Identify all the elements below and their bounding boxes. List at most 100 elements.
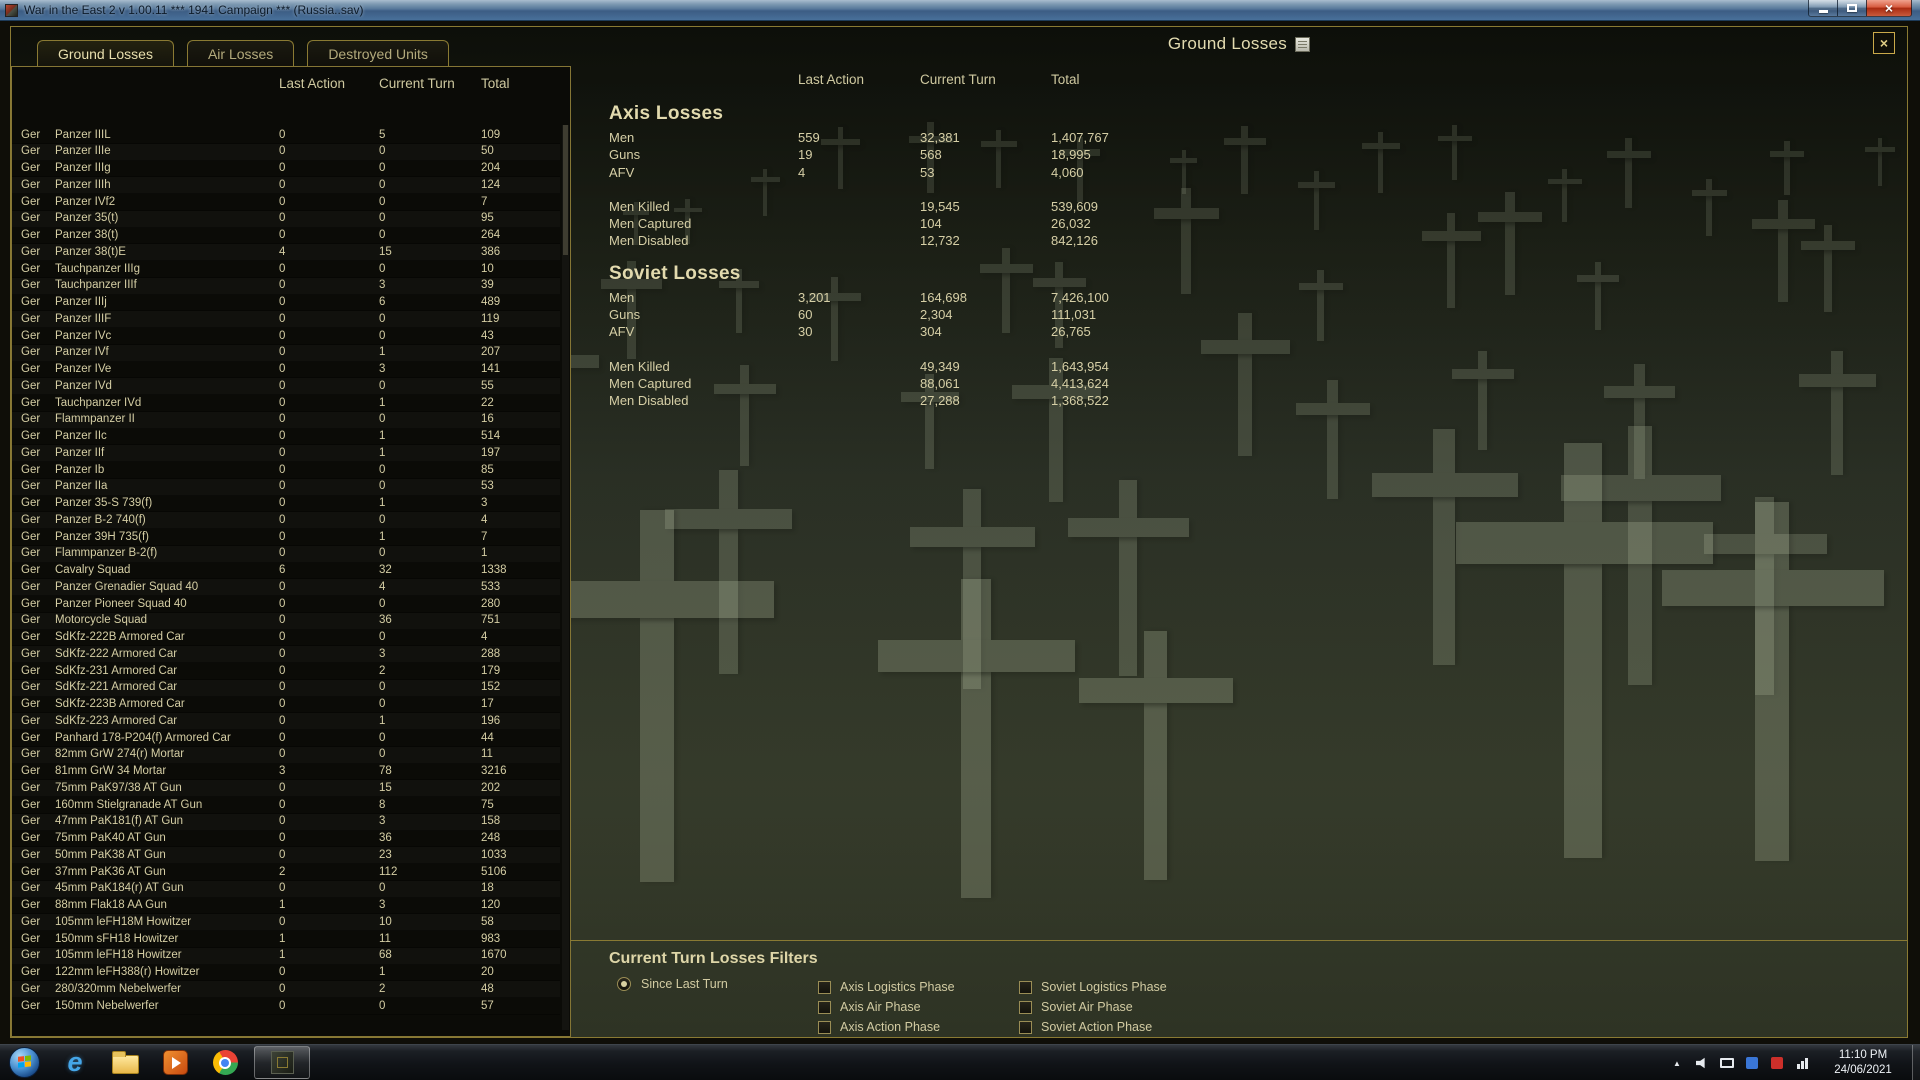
cell-current-turn: 1 — [379, 344, 481, 361]
table-row[interactable]: GerPanzer IIf01197 — [12, 445, 560, 462]
tab-ground-losses[interactable]: Ground Losses — [37, 40, 174, 66]
filter-checkbox-axis-action-phase[interactable]: Axis Action Phase — [818, 1017, 955, 1037]
tray-app-red-icon[interactable] — [1769, 1055, 1785, 1071]
table-row[interactable]: GerPanzer IIa0053 — [12, 479, 560, 496]
table-row[interactable]: Ger105mm leFH18M Howitzer01058 — [12, 914, 560, 931]
table-row[interactable]: GerFlammpanzer B-2(f)001 — [12, 546, 560, 563]
chrome-icon[interactable] — [200, 1046, 250, 1080]
table-row[interactable]: GerPanzer IIIh00124 — [12, 177, 560, 194]
tab-destroyed-units[interactable]: Destroyed Units — [307, 40, 449, 66]
filter-since-last-turn[interactable]: Since Last Turn — [617, 977, 728, 991]
table-row[interactable]: GerPanzer IIc01514 — [12, 429, 560, 446]
table-row[interactable]: GerPanhard 178-P204(f) Armored Car0044 — [12, 730, 560, 747]
table-row[interactable]: GerPanzer IIIg00204 — [12, 161, 560, 178]
table-row[interactable]: GerPanzer IVf01207 — [12, 345, 560, 362]
cell-total: 124 — [481, 177, 560, 194]
loss-total: 4,060 — [1051, 164, 1311, 181]
table-row[interactable]: GerFlammpanzer II0016 — [12, 412, 560, 429]
show-desktop-button[interactable] — [1912, 1045, 1920, 1080]
screen-close-button[interactable]: × — [1873, 32, 1895, 54]
tray-app-blue-icon[interactable] — [1744, 1055, 1760, 1071]
table-row[interactable]: Ger75mm PaK97/38 AT Gun015202 — [12, 780, 560, 797]
cell-last-action: 1 — [279, 897, 379, 914]
table-row[interactable]: GerSdKfz-223 Armored Car01196 — [12, 713, 560, 730]
cell-total: 386 — [481, 244, 560, 261]
table-row[interactable]: Ger81mm GrW 34 Mortar3783216 — [12, 764, 560, 781]
table-row[interactable]: Ger105mm leFH18 Howitzer1681670 — [12, 948, 560, 965]
table-row[interactable]: GerPanzer 38(t)00264 — [12, 228, 560, 245]
table-row[interactable]: GerPanzer 38(t)E415386 — [12, 244, 560, 261]
table-row[interactable]: GerPanzer B-2 740(f)004 — [12, 512, 560, 529]
cell-current-turn: 0 — [379, 311, 481, 328]
table-row[interactable]: GerSdKfz-222 Armored Car03288 — [12, 646, 560, 663]
start-button[interactable] — [9, 1047, 40, 1078]
media-player-icon[interactable] — [150, 1046, 200, 1080]
tab-air-losses[interactable]: Air Losses — [187, 40, 294, 66]
table-row[interactable]: GerTauchpanzer IIIg0010 — [12, 261, 560, 278]
table-row[interactable]: Ger82mm GrW 274(r) Mortar0011 — [12, 747, 560, 764]
filter-checkbox-axis-air-phase[interactable]: Axis Air Phase — [818, 997, 955, 1017]
cell-nationality: Ger — [21, 830, 55, 847]
table-row[interactable]: GerPanzer Pioneer Squad 4000280 — [12, 596, 560, 613]
table-row[interactable]: Ger160mm Stielgranade AT Gun0875 — [12, 797, 560, 814]
scrollbar-thumb[interactable] — [563, 125, 568, 255]
maximize-button[interactable] — [1838, 0, 1866, 17]
table-row[interactable]: GerPanzer IVf2007 — [12, 194, 560, 211]
window-title: War in the East 2 v 1.00.11 *** 1941 Cam… — [24, 3, 364, 17]
grave-cross — [1422, 213, 1481, 308]
table-row[interactable]: GerTauchpanzer IIIf0339 — [12, 278, 560, 295]
table-row[interactable]: Ger150mm sFH18 Howitzer111983 — [12, 931, 560, 948]
table-row[interactable]: GerPanzer 35(t)0095 — [12, 211, 560, 228]
table-scrollbar[interactable] — [562, 125, 569, 1030]
table-row[interactable]: Ger37mm PaK36 AT Gun21125106 — [12, 864, 560, 881]
grave-cross — [1801, 225, 1855, 312]
checkbox-label: Soviet Logistics Phase — [1041, 980, 1167, 994]
table-row[interactable]: GerMotorcycle Squad036751 — [12, 613, 560, 630]
table-row[interactable]: Ger45mm PaK184(r) AT Gun0018 — [12, 881, 560, 898]
table-row[interactable]: Ger122mm leFH388(r) Howitzer0120 — [12, 965, 560, 982]
table-row[interactable]: GerPanzer Ib0085 — [12, 462, 560, 479]
filter-checkbox-axis-logistics-phase[interactable]: Axis Logistics Phase — [818, 977, 955, 997]
table-row[interactable]: GerPanzer IIIe0050 — [12, 144, 560, 161]
table-row[interactable]: Ger150mm Nebelwerfer0057 — [12, 998, 560, 1015]
table-row[interactable]: GerPanzer Grenadier Squad 4004533 — [12, 579, 560, 596]
taskbar-window-war-in-the-east-2[interactable] — [254, 1046, 310, 1079]
table-row[interactable]: GerPanzer IIIj06489 — [12, 295, 560, 312]
table-row[interactable]: Ger47mm PaK181(f) AT Gun03158 — [12, 814, 560, 831]
table-row[interactable]: GerPanzer 39H 735(f)017 — [12, 529, 560, 546]
internet-explorer-icon[interactable]: e — [50, 1046, 100, 1080]
table-row[interactable]: GerTauchpanzer IVd0122 — [12, 395, 560, 412]
table-row[interactable]: Ger75mm PaK40 AT Gun036248 — [12, 831, 560, 848]
table-row[interactable]: GerPanzer IIIF00119 — [12, 311, 560, 328]
table-row[interactable]: GerPanzer IVc0043 — [12, 328, 560, 345]
minimize-button[interactable] — [1808, 0, 1838, 17]
table-row[interactable]: GerPanzer IIIL05109 — [12, 127, 560, 144]
filter-checkbox-soviet-air-phase[interactable]: Soviet Air Phase — [1019, 997, 1167, 1017]
table-row[interactable]: Ger88mm Flak18 AA Gun13120 — [12, 898, 560, 915]
table-row[interactable]: GerCavalry Squad6321338 — [12, 563, 560, 580]
explorer-folder-icon[interactable] — [100, 1046, 150, 1080]
table-row[interactable]: GerSdKfz-231 Armored Car02179 — [12, 663, 560, 680]
display-icon[interactable] — [1719, 1055, 1735, 1071]
table-row[interactable]: GerSdKfz-222B Armored Car004 — [12, 630, 560, 647]
table-row[interactable]: Ger50mm PaK38 AT Gun0231033 — [12, 847, 560, 864]
cell-total: 58 — [481, 914, 560, 931]
table-row[interactable]: GerSdKfz-223B Armored Car0017 — [12, 697, 560, 714]
report-icon[interactable] — [1295, 37, 1310, 52]
table-row[interactable]: GerPanzer 35-S 739(f)013 — [12, 496, 560, 513]
filter-checkbox-soviet-logistics-phase[interactable]: Soviet Logistics Phase — [1019, 977, 1167, 997]
grave-cross — [1362, 132, 1400, 193]
window-close-button[interactable]: × — [1866, 0, 1912, 17]
network-icon[interactable] — [1794, 1055, 1810, 1071]
hidden-icons-button[interactable]: ▲ — [1669, 1055, 1685, 1071]
table-row[interactable]: GerPanzer IVd0055 — [12, 378, 560, 395]
table-row[interactable]: GerSdKfz-221 Armored Car00152 — [12, 680, 560, 697]
table-row[interactable]: GerPanzer IVe03141 — [12, 362, 560, 379]
volume-icon[interactable] — [1694, 1055, 1710, 1071]
filter-checkbox-soviet-action-phase[interactable]: Soviet Action Phase — [1019, 1017, 1167, 1037]
cell-last-action: 0 — [279, 328, 379, 345]
loss-total: 26,765 — [1051, 323, 1311, 340]
taskbar-clock[interactable]: 11:10 PM 24/06/2021 — [1820, 1048, 1906, 1078]
cell-current-turn: 3 — [379, 813, 481, 830]
table-row[interactable]: Ger280/320mm Nebelwerfer0248 — [12, 981, 560, 998]
